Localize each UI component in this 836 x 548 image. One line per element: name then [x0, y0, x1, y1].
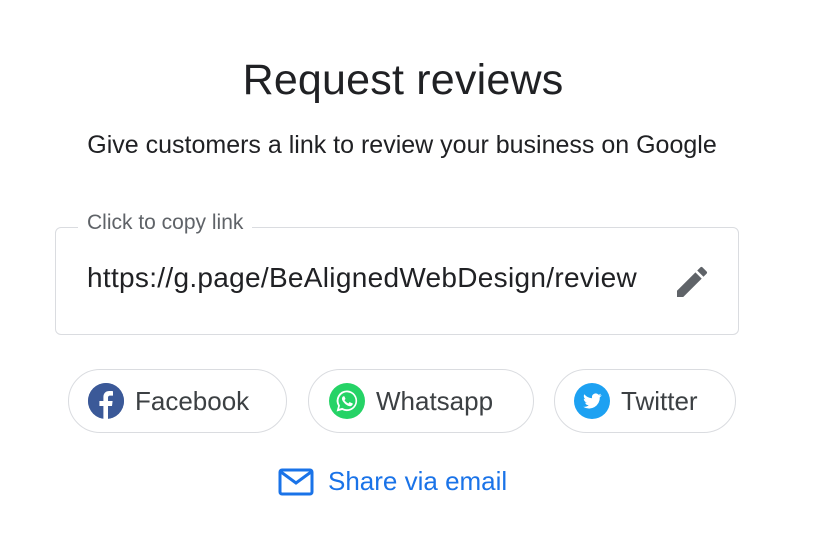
twitter-label: Twitter: [621, 385, 698, 416]
mail-icon: [278, 467, 314, 497]
edit-link-button[interactable]: [668, 258, 716, 306]
whatsapp-label: Whatsapp: [376, 385, 494, 416]
facebook-label: Facebook: [135, 385, 250, 416]
review-link-text[interactable]: https://g.page/BeAlignedWebDesign/review: [87, 262, 647, 294]
facebook-icon: [88, 383, 124, 419]
request-reviews-dialog: Request reviews Give customers a link to…: [0, 0, 836, 548]
share-buttons-row: Facebook Whatsapp Twitter: [0, 369, 836, 435]
page-title: Request reviews: [242, 56, 564, 104]
page-subtitle: Give customers a link to review your bus…: [87, 131, 717, 159]
twitter-icon: [574, 383, 610, 419]
share-whatsapp-button[interactable]: Whatsapp: [308, 369, 534, 433]
copy-link-legend: Click to copy link: [78, 211, 253, 235]
whatsapp-icon: [329, 383, 365, 419]
share-facebook-button[interactable]: Facebook: [68, 369, 287, 433]
share-twitter-button[interactable]: Twitter: [554, 369, 736, 433]
share-via-email-label: Share via email: [328, 466, 508, 496]
pencil-icon: [677, 266, 708, 297]
share-via-email-link[interactable]: Share via email: [278, 466, 507, 497]
